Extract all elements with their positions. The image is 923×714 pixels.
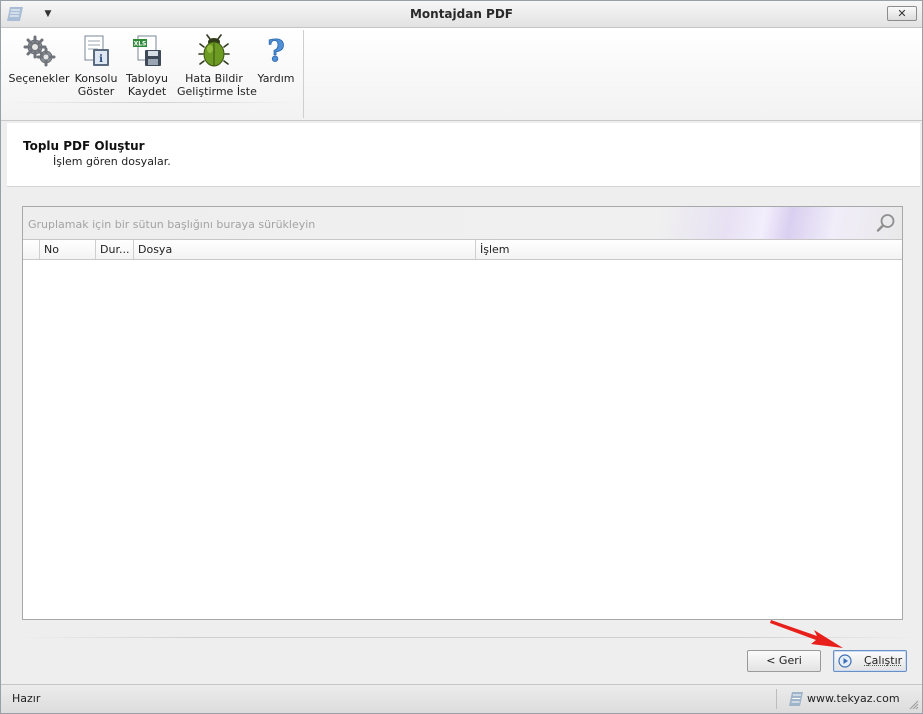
play-icon [838,654,852,668]
save-table-label-1: Tabloyu [126,72,168,85]
ribbon-group: Seçenekler i Konsolu Göster XLS Tabloyu … [5,30,304,118]
run-button-label: Çalıştır [864,654,903,667]
website-link[interactable]: www.tekyaz.com [807,692,900,705]
column-header-status[interactable]: Dur... [95,240,133,259]
tekyaz-logo-icon [789,692,803,706]
annotation-arrow-icon [770,620,843,648]
show-console-label-1: Konsolu [74,72,118,85]
column-header-indicator[interactable] [23,240,39,259]
svg-text:?: ? [267,34,285,68]
svg-text:i: i [99,54,103,65]
title-bar: ▼ Montajdan PDF ✕ [1,1,922,28]
ribbon-group-divider [9,102,295,103]
window-title: Montajdan PDF [409,7,514,21]
console-icon: i [84,35,109,66]
help-button[interactable]: ? Yardım [255,32,297,85]
close-button[interactable]: ✕ [887,6,917,21]
gears-icon [23,35,56,67]
column-header-file[interactable]: Dosya [133,240,475,259]
page-subtitle: İşlem gören dosyalar. [53,155,171,168]
status-text: Hazır [12,692,41,705]
bug-icon [198,34,230,67]
report-bug-button[interactable]: Hata Bildir Geliştirme İste [177,32,257,98]
help-icon: ? [267,34,285,68]
column-header-operation[interactable]: İşlem [475,240,902,259]
help-label: Yardım [257,72,295,85]
resize-grip-icon[interactable] [909,700,919,710]
status-divider [776,689,777,709]
save-table-label-2: Kaydet [127,85,167,98]
options-button[interactable]: Seçenekler [7,32,71,85]
group-by-panel[interactable]: Gruplamak için bir sütun başlığını buray… [23,207,902,240]
svg-text:XLS: XLS [134,41,147,48]
column-header-row: No Dur... Dosya İşlem [23,240,902,260]
main-window: ▼ Montajdan PDF ✕ Seçenekler i Konsolu G… [0,0,923,714]
xls-save-icon: XLS [133,35,161,66]
search-icon[interactable] [876,213,896,233]
save-table-button[interactable]: XLS Tabloyu Kaydet [123,32,171,98]
report-bug-label-2: Geliştirme İste [177,85,257,98]
page-title: Toplu PDF Oluştur [23,139,145,153]
report-bug-label-1: Hata Bildir [185,72,243,85]
column-header-no[interactable]: No [39,240,95,259]
header-panel: Toplu PDF Oluştur İşlem gören dosyalar. [7,123,920,187]
ribbon: Seçenekler i Konsolu Göster XLS Tabloyu … [1,28,922,121]
show-console-label-2: Göster [77,85,115,98]
status-bar: Hazır www.tekyaz.com [1,684,922,713]
files-grid[interactable]: Gruplamak için bir sütun başlığını buray… [22,206,903,620]
show-console-button[interactable]: i Konsolu Göster [73,32,119,98]
options-label: Seçenekler [8,72,70,85]
group-by-hint: Gruplamak için bir sütun başlığını buray… [28,218,316,231]
